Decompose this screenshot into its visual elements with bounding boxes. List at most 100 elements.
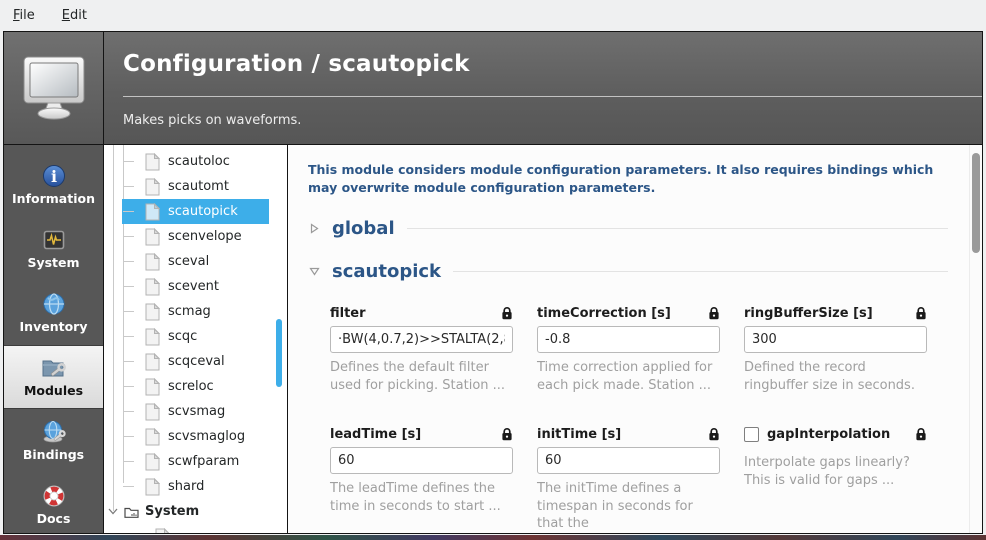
tree-item-partial[interactable] <box>104 524 287 533</box>
triangle-collapsed-icon[interactable] <box>308 223 320 234</box>
module-config-panel: This module considers module configurati… <box>288 145 982 533</box>
sidebar-item-label: Information <box>12 191 95 206</box>
menu-bar: File Edit <box>0 0 986 31</box>
sidebar-item-label: System <box>27 255 79 270</box>
tree-item-label: scmag <box>168 304 211 319</box>
tree-item-scwfparam[interactable]: scwfparam <box>122 449 269 474</box>
section-global[interactable]: global <box>308 210 948 246</box>
tree-item-scautoloc[interactable]: scautoloc <box>122 149 269 174</box>
sidebar-item-information[interactable]: i Information <box>4 153 103 217</box>
page-header: Configuration / scautopick Makes picks o… <box>4 32 982 145</box>
lock-icon <box>501 306 513 320</box>
tree-item-label: scwfparam <box>168 454 239 469</box>
document-icon <box>145 453 160 471</box>
tree-item-label: scqceval <box>168 354 225 369</box>
field-ringbuffersize: ringBufferSize [s] Defined the record ri… <box>744 305 927 394</box>
sidebar-item-label: Modules <box>24 383 83 398</box>
leadtime-input[interactable] <box>330 447 513 474</box>
tree-item-label: shard <box>168 479 204 494</box>
document-icon <box>145 403 160 421</box>
section-rule <box>453 271 948 272</box>
tree-item-scvsmaglog[interactable]: scvsmaglog <box>122 424 269 449</box>
menu-file[interactable]: File <box>13 8 35 23</box>
tree-item-label: screloc <box>168 379 214 394</box>
sidebar-item-system[interactable]: System <box>4 217 103 281</box>
document-icon <box>145 253 160 271</box>
document-icon <box>145 478 160 496</box>
tree-item-label: scautomt <box>168 179 229 194</box>
tree-item-scqc[interactable]: scqc <box>122 324 269 349</box>
field-label: leadTime [s] <box>330 427 421 442</box>
content-scrollbar-thumb[interactable] <box>972 153 980 253</box>
tree-item-label: scautopick <box>168 204 238 219</box>
svg-text:i: i <box>50 167 56 186</box>
section-scautopick[interactable]: scautopick <box>308 253 948 289</box>
document-icon <box>145 303 160 321</box>
tree-item-scautopick[interactable]: scautopick <box>122 199 269 224</box>
globe-wrench-icon <box>41 420 67 444</box>
tree-item-screloc[interactable]: screloc <box>122 374 269 399</box>
tree-item-label: scvsmaglog <box>168 429 245 444</box>
field-label: initTime [s] <box>537 427 621 442</box>
tree-item-scmag[interactable]: scmag <box>122 299 269 324</box>
sidebar-item-inventory[interactable]: Inventory <box>4 281 103 345</box>
document-icon <box>145 153 160 171</box>
ringbuffersize-input[interactable] <box>744 326 927 353</box>
system-icon <box>42 228 66 252</box>
menu-edit[interactable]: Edit <box>62 8 87 23</box>
document-icon <box>145 328 160 346</box>
field-label: timeCorrection [s] <box>537 306 671 321</box>
header-main: Configuration / scautopick Makes picks o… <box>104 32 982 144</box>
parameter-grid: filter Defines the default filter used f… <box>330 305 948 533</box>
document-icon <box>155 528 170 534</box>
section-label[interactable]: global <box>332 218 395 239</box>
sidebar-item-label: Inventory <box>20 319 88 334</box>
lock-icon <box>915 427 927 441</box>
timecorrection-input[interactable] <box>537 326 720 353</box>
section-rule <box>407 228 948 229</box>
field-description: Defined the record ringbuffer size in se… <box>744 359 927 394</box>
field-description: The initTime defines a timespan in secon… <box>537 480 720 533</box>
filter-input[interactable] <box>330 326 513 353</box>
sidebar-item-label: Bindings <box>23 447 84 462</box>
field-label: gapInterpolation <box>767 427 890 442</box>
gapinterpolation-checkbox[interactable] <box>744 427 759 442</box>
tree-guide-line <box>113 145 114 511</box>
field-description: Time correction applied for each pick ma… <box>537 359 720 394</box>
monitor-icon <box>18 55 90 121</box>
triangle-expanded-icon[interactable] <box>308 267 320 276</box>
lock-icon <box>915 306 927 320</box>
document-icon <box>145 178 160 196</box>
sidebar-item-docs[interactable]: Docs <box>4 473 103 533</box>
module-tree: scautoloc scautomt scautopick scenvelope… <box>104 145 288 533</box>
desktop-background-strip <box>0 535 986 540</box>
page-title: Configuration / scautopick <box>123 32 982 97</box>
tree-item-label: sceval <box>168 254 209 269</box>
section-label[interactable]: scautopick <box>332 261 441 282</box>
tree-item-scvsmag[interactable]: scvsmag <box>122 399 269 424</box>
tree-item-shard[interactable]: shard <box>122 474 269 499</box>
field-timecorrection: timeCorrection [s] Time correction appli… <box>537 305 720 394</box>
globe-icon <box>42 292 66 316</box>
sidebar-item-label: Docs <box>37 511 71 526</box>
sidebar-item-modules[interactable]: Modules <box>4 345 103 409</box>
document-icon <box>145 278 160 296</box>
field-filter: filter Defines the default filter used f… <box>330 305 513 394</box>
tree-item-sceval[interactable]: sceval <box>122 249 269 274</box>
tree-node-label: System <box>145 504 199 519</box>
sidebar-nav: i Information System Inventory <box>4 145 104 533</box>
tree-item-scqceval[interactable]: scqceval <box>122 349 269 374</box>
tree-item-label: scqc <box>168 329 197 344</box>
tree-scrollbar-thumb[interactable] <box>276 319 282 387</box>
tree-node-system[interactable]: System <box>104 499 287 524</box>
main-window: Configuration / scautopick Makes picks o… <box>3 31 983 534</box>
inittime-input[interactable] <box>537 447 720 474</box>
content-scrollbar[interactable] <box>969 145 982 533</box>
document-icon <box>145 428 160 446</box>
tree-item-scenvelope[interactable]: scenvelope <box>122 224 269 249</box>
sidebar-item-bindings[interactable]: Bindings <box>4 409 103 473</box>
field-description: Interpolate gaps linearly? This is valid… <box>744 454 927 489</box>
tree-item-scevent[interactable]: scevent <box>122 274 269 299</box>
tree-item-scautomt[interactable]: scautomt <box>122 174 269 199</box>
lock-icon <box>708 306 720 320</box>
